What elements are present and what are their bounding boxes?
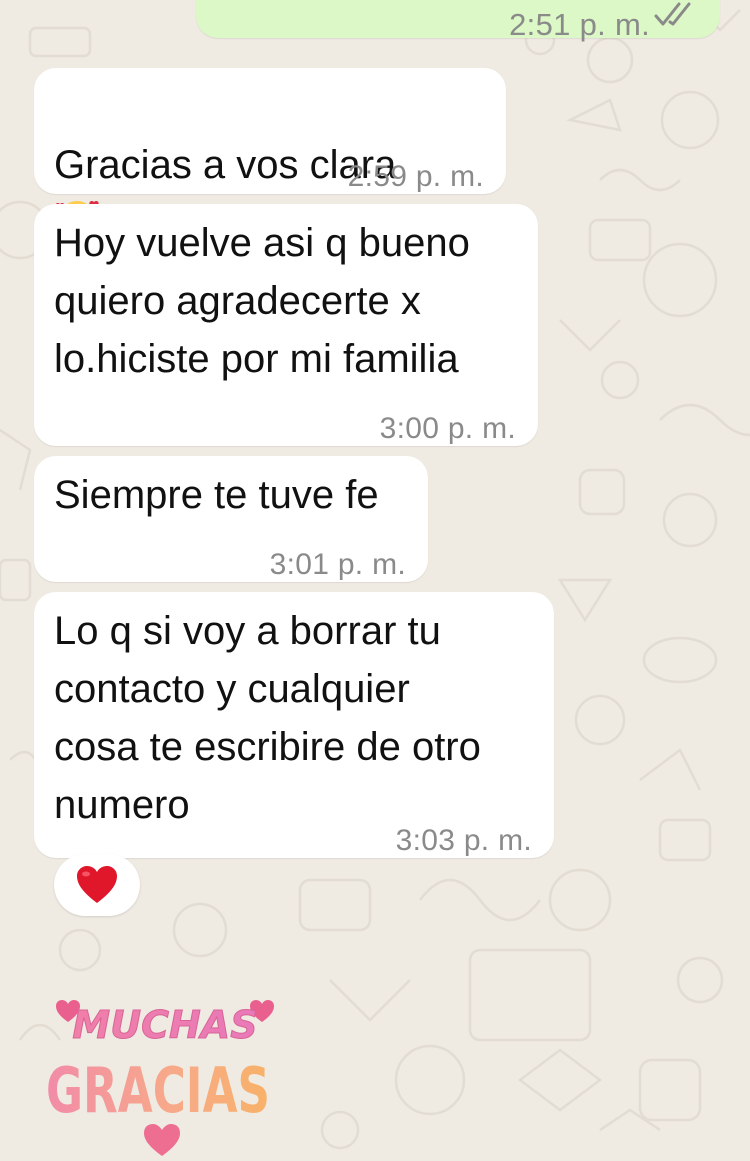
- message-timestamp: 3:01 p. m.: [269, 548, 406, 581]
- message-text: Siempre te tuve fe: [54, 473, 379, 517]
- message-reaction[interactable]: ❤️: [54, 854, 140, 916]
- message-text: Lo q si voy a borrar tu contacto y cualq…: [54, 609, 481, 827]
- message-incoming[interactable]: Siempre te tuve fe 3:01 p. m.: [34, 456, 428, 582]
- message-timestamp: 3:00 p. m.: [379, 412, 516, 445]
- message-timestamp: 3:03 p. m.: [395, 824, 532, 857]
- message-timestamp: 2:59 p. m.: [347, 160, 484, 193]
- sticker-line-1: MUCHAS: [72, 1003, 257, 1047]
- message-incoming[interactable]: Lo q si voy a borrar tu contacto y cualq…: [34, 592, 554, 858]
- double-check-read-icon: [654, 2, 691, 26]
- message-text-content: Gracias a vos clara: [54, 143, 397, 187]
- muchas-gracias-sticker[interactable]: MUCHAS GRACIAS: [40, 990, 290, 1160]
- red-heart-icon: [77, 866, 117, 903]
- message-incoming[interactable]: Hoy vuelve asi q bueno quiero agradecert…: [34, 204, 538, 446]
- message-incoming[interactable]: Gracias a vos clara 2:59 p. m.: [34, 68, 506, 240]
- message-text: Hoy vuelve asi q bueno quiero agradecert…: [54, 221, 470, 381]
- sticker-line-2: GRACIAS: [46, 1054, 270, 1127]
- message-timestamp: 2:51 p. m.: [509, 7, 650, 42]
- message-outgoing[interactable]: 2:51 p. m.: [196, 0, 720, 42]
- heart-icon: [144, 1124, 180, 1156]
